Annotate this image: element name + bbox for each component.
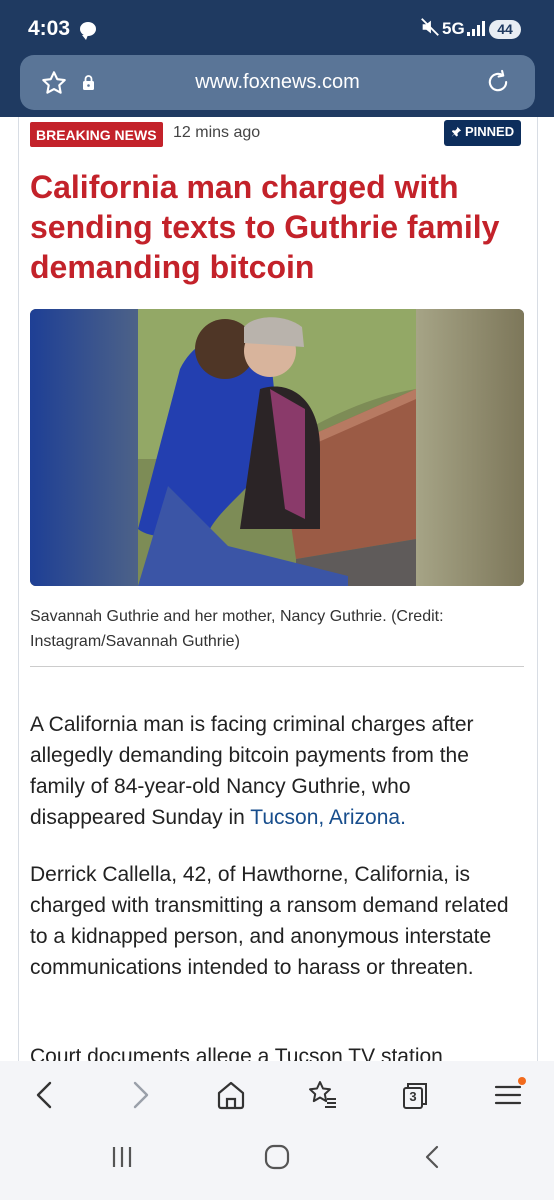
divider <box>30 666 524 667</box>
timestamp: 12 mins ago <box>173 124 261 141</box>
status-time: 4:03 <box>28 17 71 40</box>
menu-icon[interactable] <box>488 1075 528 1115</box>
bookmarks-icon[interactable] <box>303 1075 343 1115</box>
photo-caption: Savannah Guthrie and her mother, Nancy G… <box>30 608 444 650</box>
tabs-button[interactable]: 3 <box>396 1075 436 1115</box>
breaking-news-badge: BREAKING NEWS <box>30 122 163 147</box>
back-arrow-icon[interactable] <box>25 1075 65 1115</box>
web-page: BREAKING NEWS 12 mins ago PINNED Califor… <box>0 117 554 1061</box>
reload-icon[interactable] <box>484 68 512 96</box>
tucson-arizona-link[interactable]: Tucson, Arizona. <box>250 806 406 829</box>
home-icon[interactable] <box>211 1075 251 1115</box>
battery-indicator: 44 <box>489 20 521 39</box>
pinned-label: PINNED <box>465 124 515 139</box>
bottom-toolbar: 3 <box>0 1061 554 1200</box>
recent-apps-icon[interactable] <box>108 1140 136 1174</box>
signal-icon <box>467 21 485 36</box>
pinned-badge: PINNED <box>444 120 522 146</box>
system-home-icon[interactable] <box>262 1140 292 1174</box>
article-headline[interactable]: California man charged with sending text… <box>30 167 525 287</box>
photo-illustration <box>30 309 524 586</box>
status-bar: 4:03 5G 44 <box>0 0 554 54</box>
paragraph-3: Court documents allege a Tucson TV stati… <box>30 1045 443 1061</box>
pin-icon <box>451 126 462 137</box>
article-photo[interactable] <box>30 309 524 586</box>
chat-notification-icon <box>80 22 96 40</box>
address-bar[interactable]: www.foxnews.com <box>20 55 535 110</box>
url-text[interactable]: www.foxnews.com <box>20 71 535 94</box>
paragraph-2: Derrick Callella, 42, of Hawthorne, Cali… <box>30 863 509 979</box>
system-back-icon[interactable] <box>420 1140 444 1174</box>
tabs-count: 3 <box>409 1089 417 1104</box>
paragraph-1: A California man is facing criminal char… <box>30 709 526 833</box>
mute-icon <box>421 18 439 36</box>
network-type: 5G <box>442 19 465 38</box>
forward-arrow-icon[interactable] <box>120 1075 160 1115</box>
